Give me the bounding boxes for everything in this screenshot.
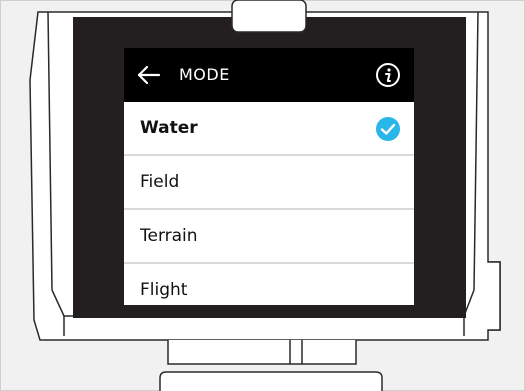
list-item-field[interactable]: Field bbox=[124, 156, 414, 210]
mode-list: Water Field Terrain Flight bbox=[124, 102, 414, 305]
check-circle-icon bbox=[376, 117, 400, 141]
page-title: MODE bbox=[179, 65, 230, 84]
info-icon bbox=[376, 63, 400, 87]
info-button[interactable] bbox=[375, 62, 401, 88]
arrow-left-icon bbox=[137, 65, 161, 85]
list-item-flight[interactable]: Flight bbox=[124, 264, 414, 305]
list-item-label: Water bbox=[140, 118, 198, 138]
device-screen: MODE Water Field Terrain Flight bbox=[124, 48, 414, 305]
mode-header: MODE bbox=[124, 48, 414, 102]
list-item-label: Terrain bbox=[140, 226, 198, 246]
list-item-water[interactable]: Water bbox=[124, 102, 414, 156]
back-button[interactable] bbox=[136, 62, 162, 88]
list-item-terrain[interactable]: Terrain bbox=[124, 210, 414, 264]
list-item-label: Flight bbox=[140, 280, 188, 300]
list-item-label: Field bbox=[140, 172, 180, 192]
